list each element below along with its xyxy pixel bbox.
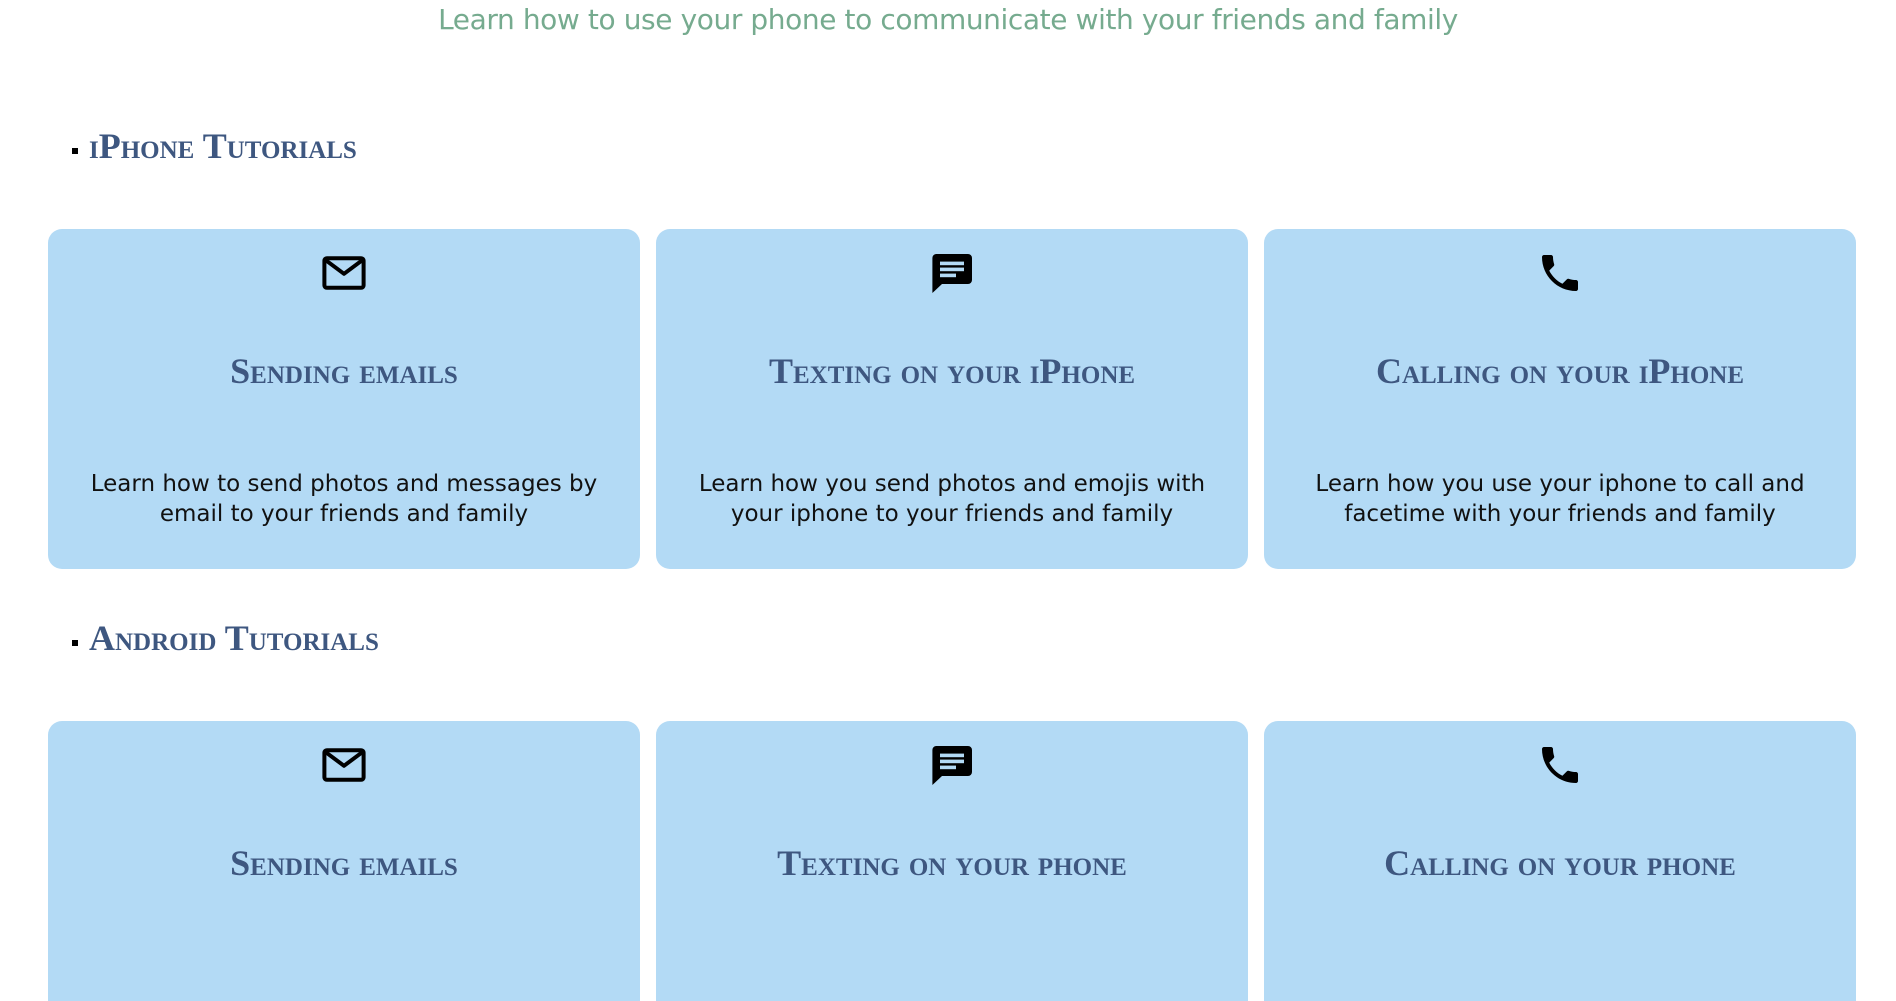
chat-message-icon [932, 746, 972, 785]
card-title: Sending emails [230, 351, 458, 391]
card-title: Sending emails [230, 843, 458, 883]
card-iphone-texting[interactable]: Texting on your iPhone Learn how you sen… [656, 229, 1248, 569]
chat-message-icon [932, 254, 972, 293]
android-card-row: Sending emails Texting on your phone Cal… [48, 721, 1856, 1001]
card-iphone-sending-emails[interactable]: Sending emails Learn how to send photos … [48, 229, 640, 569]
card-title: Calling on your phone [1384, 843, 1736, 883]
phone-icon [1542, 747, 1578, 783]
card-title: Calling on your iPhone [1375, 351, 1745, 391]
section-heading-iphone: iPhone Tutorials [72, 124, 357, 168]
card-description: Learn how to send photos and messages by… [90, 471, 598, 527]
list-bullet [72, 148, 78, 154]
list-bullet [72, 640, 78, 646]
page-subtitle: Learn how to use your phone to communica… [438, 3, 1458, 36]
card-android-sending-emails[interactable]: Sending emails [48, 721, 640, 1001]
section-heading-label: iPhone Tutorials [89, 126, 357, 166]
phone-icon [1542, 255, 1578, 291]
card-android-calling[interactable]: Calling on your phone [1264, 721, 1856, 1001]
iphone-card-row: Sending emails Learn how to send photos … [48, 229, 1856, 569]
card-iphone-calling[interactable]: Calling on your iPhone Learn how you use… [1264, 229, 1856, 569]
section-heading-android: Android Tutorials [72, 616, 379, 660]
card-description: Learn how you send photos and emojis wit… [698, 471, 1206, 527]
card-title: Texting on your iPhone [768, 351, 1136, 391]
mail-icon [322, 748, 366, 782]
card-title: Texting on your phone [777, 843, 1127, 883]
card-description: Learn how you use your iphone to call an… [1315, 471, 1805, 527]
section-heading-label: Android Tutorials [89, 618, 379, 658]
card-android-texting[interactable]: Texting on your phone [656, 721, 1248, 1001]
mail-icon [322, 256, 366, 290]
